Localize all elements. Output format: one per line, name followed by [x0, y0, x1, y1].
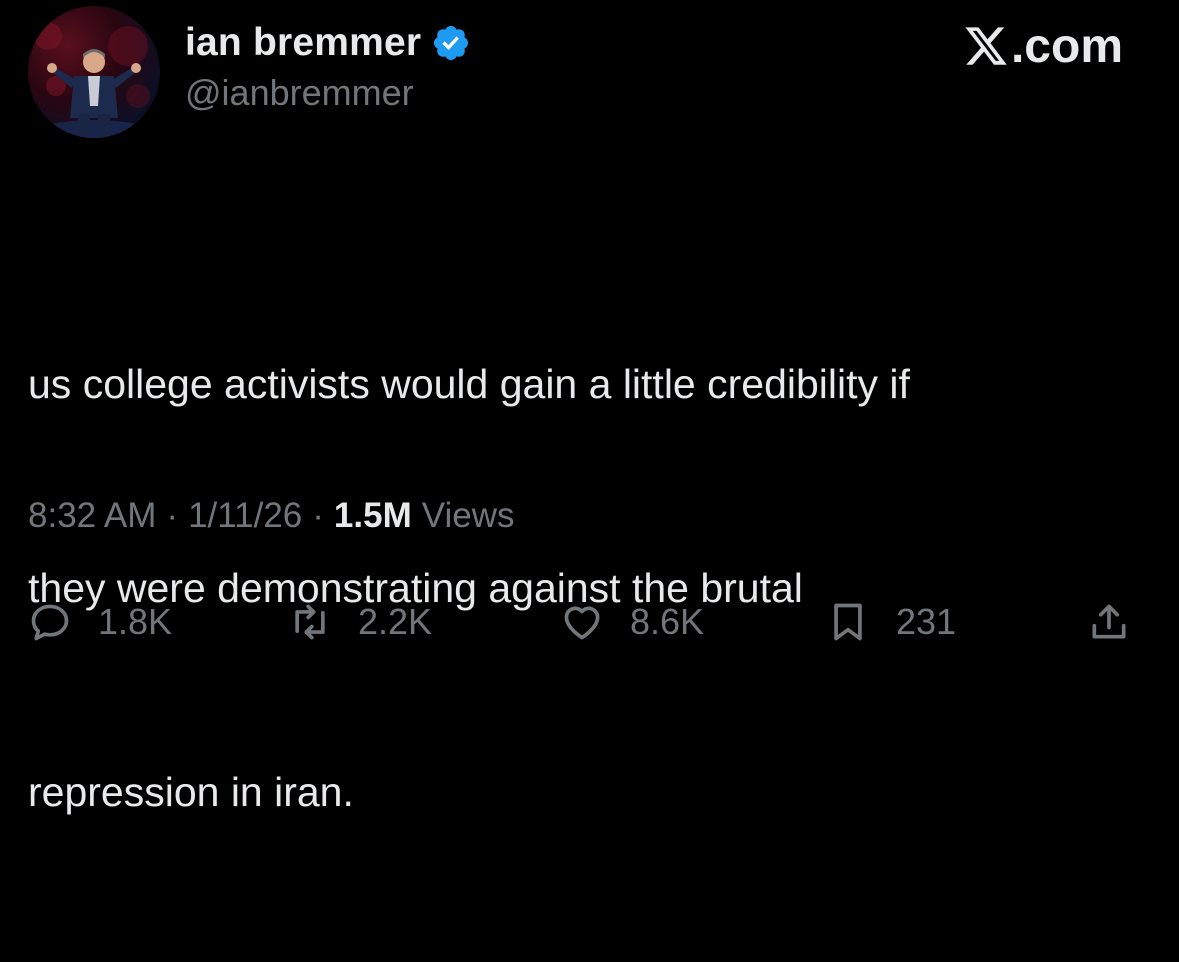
bookmark-button[interactable]: 231 — [826, 592, 956, 652]
reply-icon — [31, 604, 69, 641]
share-icon — [1092, 604, 1126, 639]
bookmark-icon — [834, 603, 862, 641]
meta-separator: · — [166, 496, 179, 535]
repost-icon — [295, 604, 325, 640]
verified-badge-icon — [431, 23, 471, 63]
reply-count: 1.8K — [98, 601, 173, 642]
tweet-text: us college activists would gain a little… — [28, 214, 1158, 962]
tweet-meta: 8:32 AM · 1/11/26 · 1.5M Views — [28, 496, 514, 536]
repost-count: 2.2K — [358, 601, 433, 642]
like-count: 8.6K — [630, 601, 705, 642]
views-label: Views — [421, 496, 515, 535]
display-name[interactable]: ian bremmer — [185, 21, 421, 65]
repost-button[interactable]: 2.2K — [288, 592, 432, 652]
tweet-date[interactable]: 1/11/26 — [188, 496, 302, 536]
x-logo-icon — [965, 27, 1007, 65]
action-bar: 1.8K 2.2K 8.6K 231 — [0, 592, 1179, 652]
like-button[interactable]: 8.6K — [560, 592, 704, 652]
reply-button[interactable]: 1.8K — [28, 592, 172, 652]
brand-watermark: .com — [963, 16, 1123, 76]
brand-label: .com — [1010, 19, 1123, 73]
meta-separator: · — [312, 496, 324, 535]
tweet-text-line: us college activists would gain a little… — [28, 361, 910, 407]
share-button[interactable] — [1087, 592, 1131, 652]
views-count[interactable]: 1.5M — [334, 496, 412, 536]
avatar-image — [34, 22, 154, 138]
tweet-card: ian bremmer @ianbremmer .com us college … — [0, 0, 1179, 815]
like-icon — [564, 606, 600, 640]
name-row: ian bremmer — [185, 18, 471, 68]
avatar[interactable] — [28, 6, 160, 138]
tweet-time[interactable]: 8:32 AM — [28, 496, 156, 536]
bookmark-count: 231 — [896, 601, 957, 642]
author-block: ian bremmer @ianbremmer — [185, 18, 471, 114]
tweet-text-line: repression in iran. — [28, 769, 354, 815]
handle[interactable]: @ianbremmer — [185, 72, 471, 114]
